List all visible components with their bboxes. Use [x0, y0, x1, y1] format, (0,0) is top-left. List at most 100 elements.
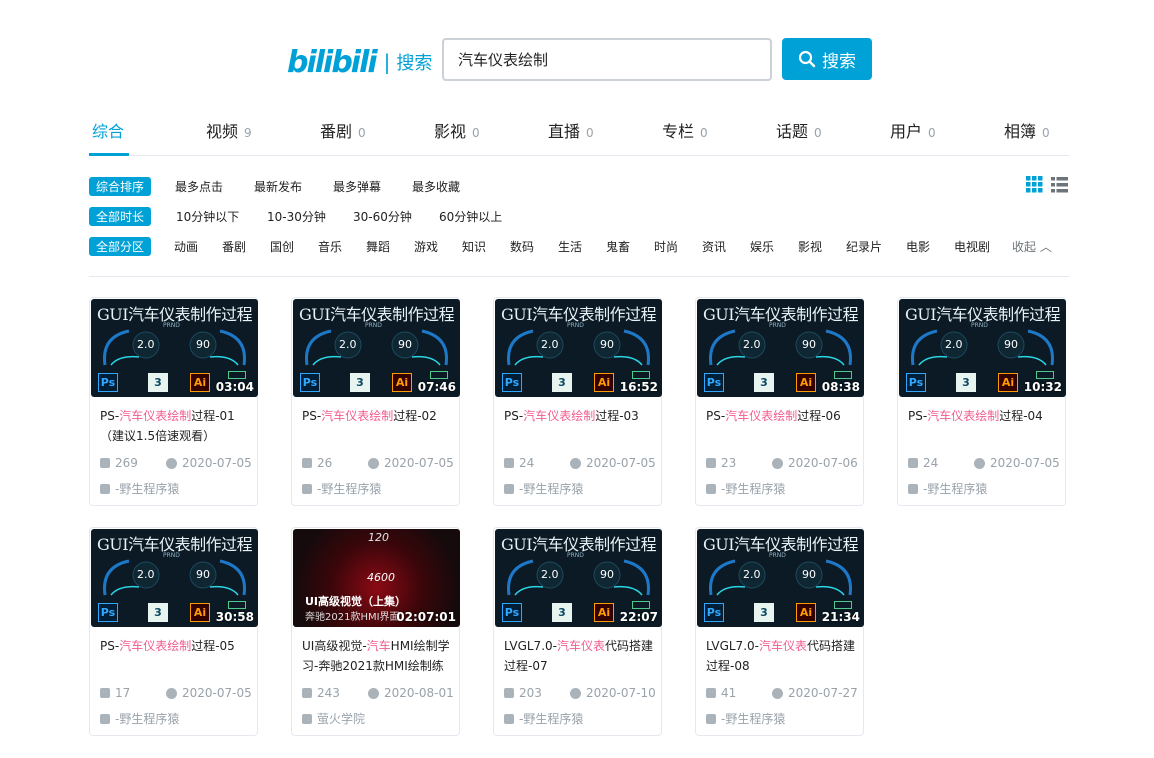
- duration-option[interactable]: 10分钟以下: [176, 208, 239, 225]
- video-title[interactable]: PS-汽车仪表绘制过程-05: [100, 636, 250, 678]
- tab-user[interactable]: 用户 0: [890, 118, 936, 142]
- zone-selected[interactable]: 全部分区: [89, 236, 152, 256]
- video-thumbnail[interactable]: 120 4600 UI高级视觉（上集） 奔驰2021款HMI界面 02:07:0…: [293, 529, 460, 627]
- title-highlight: 汽车仪表绘制: [321, 409, 394, 423]
- duration-option[interactable]: 60分钟以上: [439, 208, 502, 225]
- duration-option[interactable]: 30-60分钟: [353, 208, 412, 225]
- uploader[interactable]: -野生程序猿: [504, 710, 583, 727]
- title-suffix: 过程-04: [999, 409, 1043, 423]
- video-card[interactable]: GUI汽车仪表制作过程 2.0 90 PRND Ps 3 Ai 22:07 LV…: [493, 527, 662, 736]
- clock-icon: [772, 457, 783, 469]
- video-card[interactable]: 120 4600 UI高级视觉（上集） 奔驰2021款HMI界面 02:07:0…: [291, 527, 460, 736]
- tab-topic[interactable]: 话题 0: [776, 118, 822, 142]
- uploader[interactable]: -野生程序猿: [100, 710, 179, 727]
- video-title[interactable]: LVGL7.0-汽车仪表代码搭建过程-07: [504, 636, 654, 678]
- video-thumbnail[interactable]: GUI汽车仪表制作过程 2.0 90 PRND Ps 3 Ai 30:58: [91, 529, 258, 627]
- video-thumbnail[interactable]: GUI汽车仪表制作过程 2.0 90 PRND Ps 3 Ai 21:34: [697, 529, 864, 627]
- video-thumbnail[interactable]: GUI汽车仪表制作过程 2.0 90 PRND Ps 3 Ai 10:32: [899, 299, 1066, 397]
- video-card[interactable]: GUI汽车仪表制作过程 2.0 90 PRND Ps 3 Ai 16:52 PS…: [493, 297, 662, 506]
- uploader[interactable]: -野生程序猿: [302, 480, 381, 497]
- thumb-gauge-right: 90: [1004, 338, 1018, 351]
- tab-label: 影视: [434, 122, 467, 141]
- search-input[interactable]: 汽车仪表绘制: [442, 38, 772, 81]
- video-title[interactable]: LVGL7.0-汽车仪表代码搭建过程-08: [706, 636, 856, 678]
- photoshop-icon: Ps: [704, 373, 724, 392]
- bilibili-logo[interactable]: bilibili | 搜索: [287, 42, 432, 82]
- zone-option[interactable]: 电影: [906, 238, 930, 255]
- tab-movie[interactable]: 影视 0: [434, 118, 480, 142]
- video-card[interactable]: GUI汽车仪表制作过程 2.0 90 PRND Ps 3 Ai 07:46 PS…: [291, 297, 460, 506]
- title-suffix: 过程-03: [595, 409, 639, 423]
- zone-option[interactable]: 动画: [174, 238, 198, 255]
- zone-option[interactable]: 舞蹈: [366, 238, 390, 255]
- zone-option[interactable]: 音乐: [318, 238, 342, 255]
- video-title[interactable]: UI高级视觉-汽车HMI绘制学习-奔驰2021款HMI绘制练: [302, 636, 452, 678]
- search-button[interactable]: 搜索: [782, 38, 872, 80]
- video-thumbnail[interactable]: GUI汽车仪表制作过程 2.0 90 PRND Ps 3 Ai 22:07: [495, 529, 662, 627]
- video-card[interactable]: GUI汽车仪表制作过程 2.0 90 PRND Ps 3 Ai 03:04 PS…: [89, 297, 258, 506]
- sort-option[interactable]: 最多点击: [175, 178, 223, 195]
- video-title[interactable]: PS-汽车仪表绘制过程-02: [302, 406, 452, 448]
- sort-option[interactable]: 最多收藏: [412, 178, 460, 195]
- signal-bars-icon: [632, 601, 650, 609]
- zone-option[interactable]: 知识: [462, 238, 486, 255]
- uploader[interactable]: -野生程序猿: [706, 710, 785, 727]
- play-count: 269: [100, 456, 138, 470]
- tab-bangumi[interactable]: 番剧 0: [320, 118, 366, 142]
- zone-option[interactable]: 数码: [510, 238, 534, 255]
- zone-option[interactable]: 纪录片: [846, 238, 882, 255]
- uploader[interactable]: -野生程序猿: [504, 480, 583, 497]
- sort-option[interactable]: 最多弹幕: [333, 178, 381, 195]
- grid-view-icon[interactable]: [1026, 176, 1043, 193]
- zone-option[interactable]: 电视剧: [954, 238, 990, 255]
- tab-all[interactable]: 综合: [92, 118, 124, 142]
- upload-date: 2020-07-10: [570, 686, 656, 700]
- zone-option[interactable]: 鬼畜: [606, 238, 630, 255]
- video-thumbnail[interactable]: GUI汽车仪表制作过程 2.0 90 PRND Ps 3 Ai 08:38: [697, 299, 864, 397]
- zone-option[interactable]: 娱乐: [750, 238, 774, 255]
- zone-option[interactable]: 游戏: [414, 238, 438, 255]
- video-card[interactable]: GUI汽车仪表制作过程 2.0 90 PRND Ps 3 Ai 10:32 PS…: [897, 297, 1066, 506]
- cinema4d-icon: 3: [754, 603, 774, 622]
- video-title[interactable]: PS-汽车仪表绘制过程-03: [504, 406, 654, 448]
- uploader[interactable]: -野生程序猿: [908, 480, 987, 497]
- zone-option[interactable]: 生活: [558, 238, 582, 255]
- uploader[interactable]: -野生程序猿: [100, 480, 179, 497]
- duration-selected[interactable]: 全部时长: [89, 206, 152, 226]
- zone-option[interactable]: 时尚: [654, 238, 678, 255]
- video-title[interactable]: PS-汽车仪表绘制过程-06: [706, 406, 856, 448]
- play-count-value: 26: [317, 456, 333, 470]
- collapse-button[interactable]: 收起 ︿: [1012, 238, 1052, 255]
- uploader[interactable]: -野生程序猿: [706, 480, 785, 497]
- zone-option[interactable]: 番剧: [222, 238, 246, 255]
- duration-option[interactable]: 10-30分钟: [267, 208, 326, 225]
- clock-icon: [570, 457, 581, 469]
- zone-option[interactable]: 资讯: [702, 238, 726, 255]
- video-card[interactable]: GUI汽车仪表制作过程 2.0 90 PRND Ps 3 Ai 30:58 PS…: [89, 527, 258, 736]
- zone-option[interactable]: 国创: [270, 238, 294, 255]
- sort-option[interactable]: 最新发布: [254, 178, 302, 195]
- user-icon: [302, 483, 312, 494]
- video-title[interactable]: PS-汽车仪表绘制过程-04: [908, 406, 1058, 448]
- uploader[interactable]: 萤火学院: [302, 710, 365, 727]
- list-view-icon[interactable]: [1051, 176, 1068, 193]
- play-count: 24: [504, 456, 534, 470]
- thumb-prnd: PRND: [567, 322, 584, 329]
- tab-album[interactable]: 相簿 0: [1004, 118, 1050, 142]
- view-toggle: [1026, 176, 1068, 193]
- zone-option[interactable]: 影视: [798, 238, 822, 255]
- thumb-prnd: PRND: [163, 322, 180, 329]
- video-card[interactable]: GUI汽车仪表制作过程 2.0 90 PRND Ps 3 Ai 08:38 PS…: [695, 297, 864, 506]
- video-duration: 16:52: [619, 380, 658, 394]
- cinema4d-icon: 3: [350, 373, 370, 392]
- tab-live[interactable]: 直播 0: [548, 118, 594, 142]
- video-card[interactable]: GUI汽车仪表制作过程 2.0 90 PRND Ps 3 Ai 21:34 LV…: [695, 527, 864, 736]
- video-thumbnail[interactable]: GUI汽车仪表制作过程 2.0 90 PRND Ps 3 Ai 03:04: [91, 299, 258, 397]
- tab-article[interactable]: 专栏 0: [662, 118, 708, 142]
- video-thumbnail[interactable]: GUI汽车仪表制作过程 2.0 90 PRND Ps 3 Ai 07:46: [293, 299, 460, 397]
- sort-selected[interactable]: 综合排序: [89, 176, 152, 196]
- tab-video[interactable]: 视频 9: [206, 118, 252, 142]
- video-title[interactable]: PS-汽车仪表绘制过程-01（建议1.5倍速观看）: [100, 406, 250, 448]
- video-thumbnail[interactable]: GUI汽车仪表制作过程 2.0 90 PRND Ps 3 Ai 16:52: [495, 299, 662, 397]
- thumb-gauges: 2.0 90 PRND: [907, 322, 1058, 369]
